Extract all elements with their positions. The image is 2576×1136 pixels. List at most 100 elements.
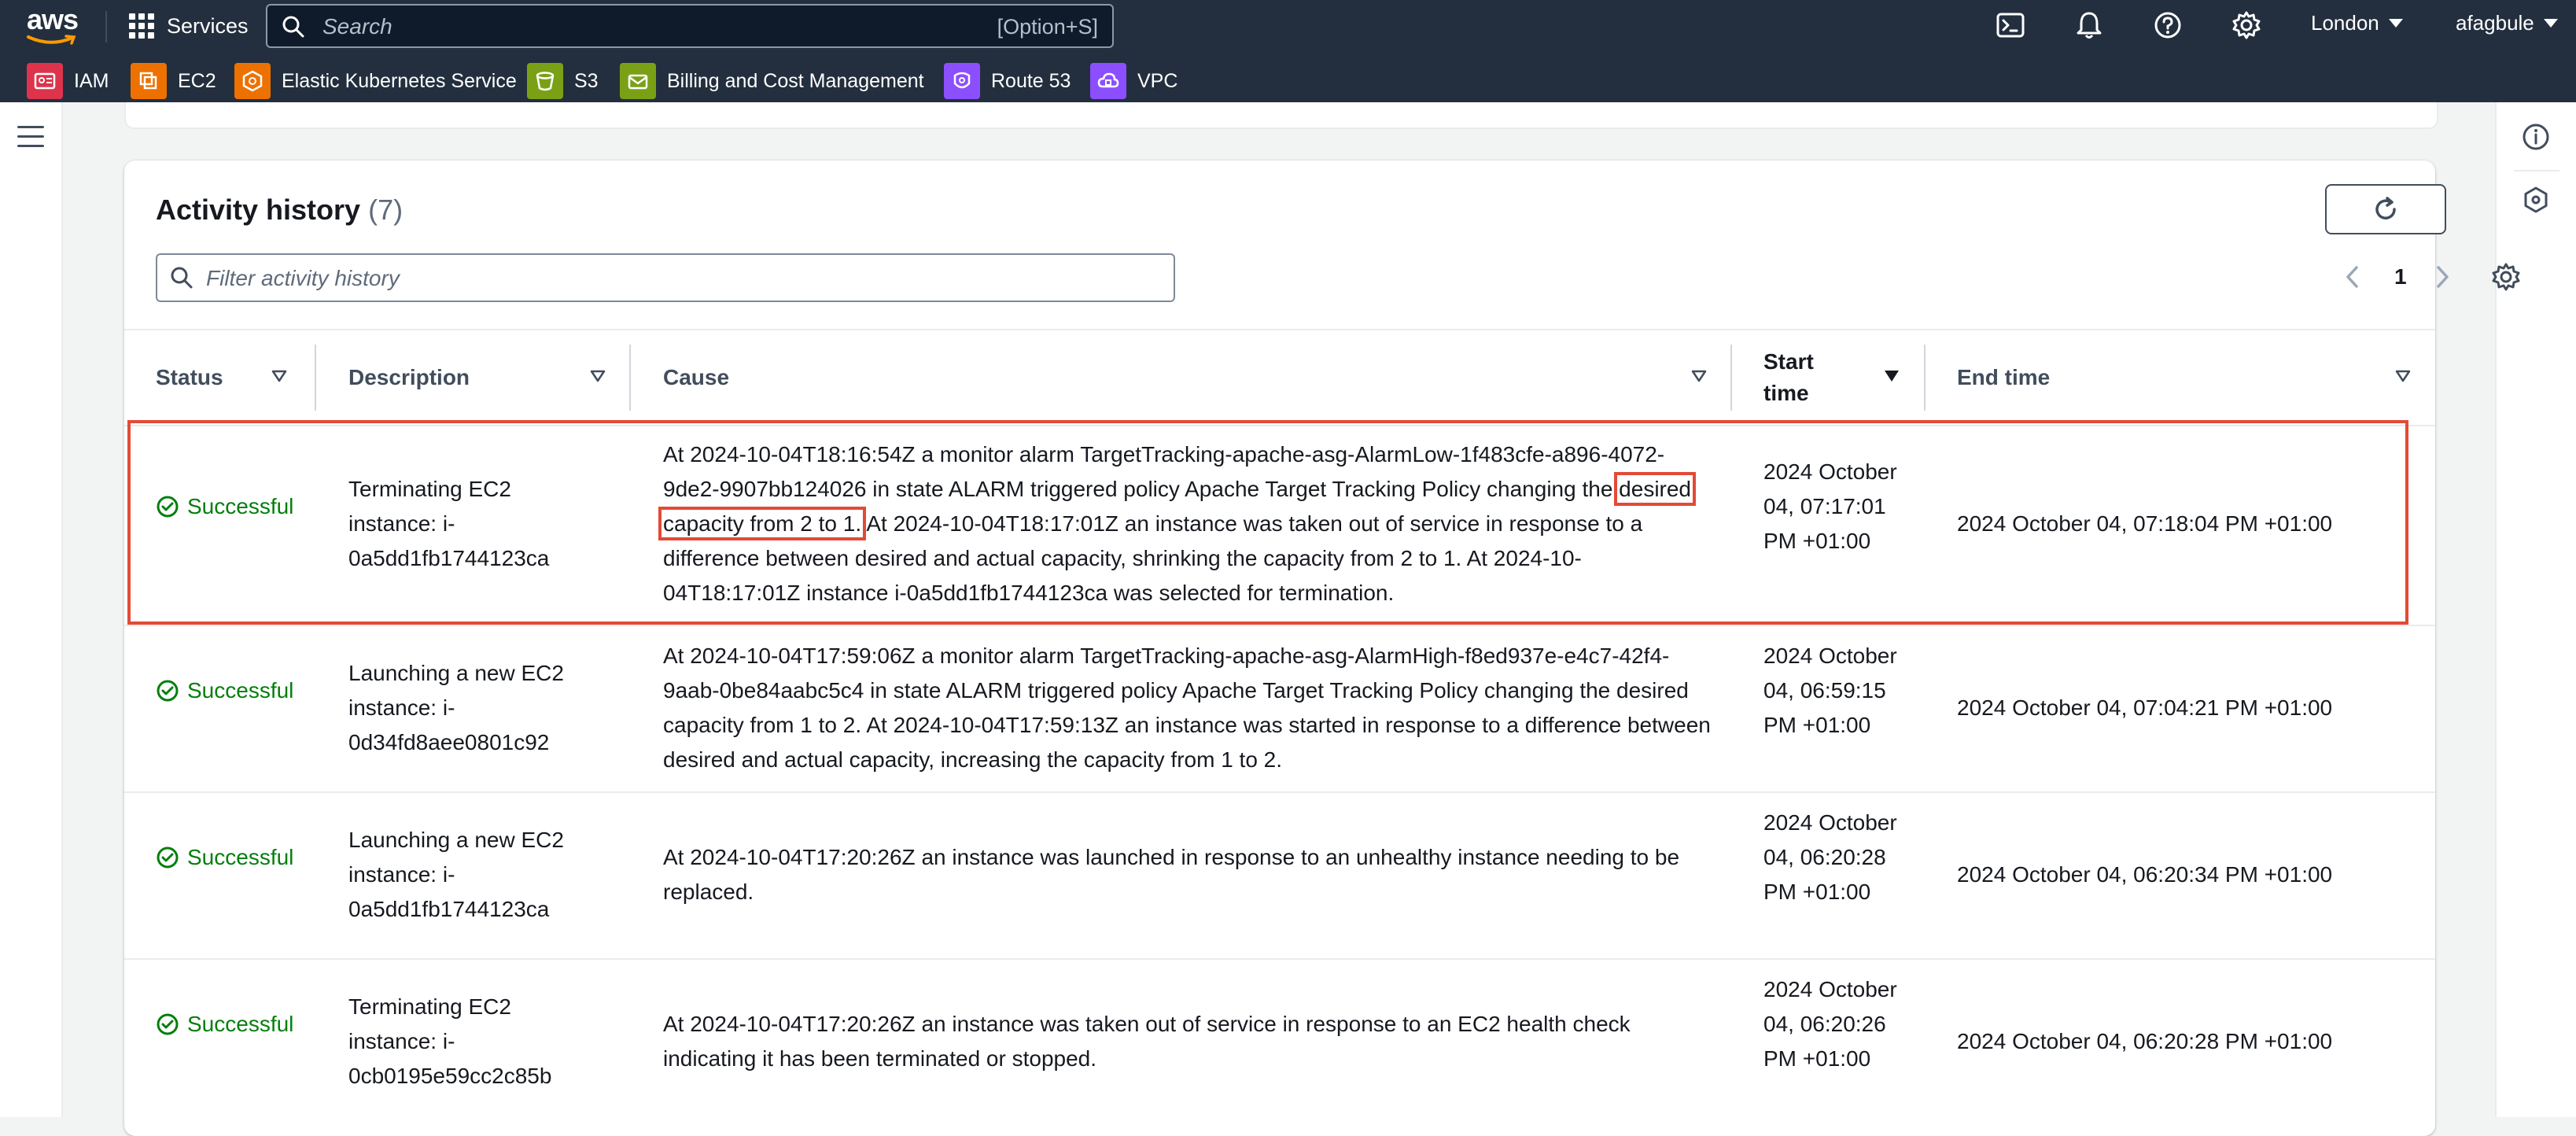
right-tools-panel <box>2495 102 2576 1117</box>
table-header: Status Description Cause Start time End … <box>124 329 2435 426</box>
hamburger-menu-icon[interactable] <box>17 126 44 148</box>
panel-divider <box>2514 170 2559 172</box>
info-icon[interactable] <box>2519 120 2553 154</box>
table-preferences-gear-icon[interactable] <box>2490 261 2522 293</box>
favorite-iam[interactable]: IAM <box>27 63 109 99</box>
region-selector[interactable]: London <box>2311 11 2403 35</box>
table-row[interactable]: Successful Terminating EC2 instance: i-0… <box>124 958 2435 1125</box>
page-number[interactable]: 1 <box>2394 264 2407 290</box>
favorite-label: Billing and Cost Management <box>667 69 924 92</box>
services-menu-button[interactable]: Services <box>129 8 249 44</box>
cause-cell: At 2024-10-04T17:20:26Z an instance was … <box>663 1012 1631 1071</box>
favorite-s3[interactable]: S3 <box>527 63 599 99</box>
description-cell: Terminating EC2 instance: i-0a5dd1fb1744… <box>348 477 550 570</box>
favorite-label: Elastic Kubernetes Service <box>282 69 517 92</box>
filter-activity-history[interactable] <box>156 253 1175 302</box>
column-header-label: End time <box>1957 365 2051 389</box>
top-navigation-bar: aws Services [Option+S] <box>0 0 2576 52</box>
previous-page-icon[interactable] <box>2341 263 2364 291</box>
description-cell: Launching a new EC2 instance: i-0d34fd8a… <box>348 661 564 754</box>
favorite-ec2[interactable]: EC2 <box>131 63 216 99</box>
billing-icon <box>620 63 656 99</box>
column-resizer[interactable] <box>315 345 316 411</box>
favorite-label: VPC <box>1137 69 1178 92</box>
start-time-cell: 2024 October 04, 06:20:28 PM +01:00 <box>1763 810 1897 904</box>
next-page-icon[interactable] <box>2430 263 2454 291</box>
column-header-label: Cause <box>663 365 730 389</box>
end-time-cell: 2024 October 04, 07:04:21 PM +01:00 <box>1957 695 2333 720</box>
end-time-cell: 2024 October 04, 07:18:04 PM +01:00 <box>1957 511 2333 536</box>
route53-icon <box>944 63 980 99</box>
ec2-icon <box>131 63 167 99</box>
nav-divider <box>105 11 107 42</box>
column-header-label: Start time <box>1763 349 1814 405</box>
column-resizer[interactable] <box>629 345 631 411</box>
activity-history-header: Activity history (7) <box>156 194 403 227</box>
column-header-cause[interactable]: Cause <box>663 330 1709 425</box>
status-text: Successful <box>187 678 294 703</box>
aws-logo-text: aws <box>27 3 79 35</box>
cloudshell-icon[interactable] <box>1995 9 2026 41</box>
favorite-billing[interactable]: Billing and Cost Management <box>620 63 924 99</box>
search-icon <box>282 16 304 38</box>
favorites-bar: IAM EC2 Elastic Kubernetes Service S3 Bi… <box>0 58 2576 102</box>
column-header-end-time[interactable]: End time <box>1957 330 2413 425</box>
status-cell: Successful <box>156 840 297 875</box>
activity-count: (7) <box>368 194 404 226</box>
favorite-label: EC2 <box>178 69 216 92</box>
table-row[interactable]: Successful Launching a new EC2 instance:… <box>124 625 2435 793</box>
status-cell: Successful <box>156 673 297 708</box>
success-check-icon <box>157 1013 179 1035</box>
help-icon[interactable] <box>2152 9 2184 41</box>
aws-smile-icon <box>27 35 76 45</box>
cause-cell: At 2024-10-04T17:20:26Z an instance was … <box>663 845 1680 904</box>
description-cell: Launching a new EC2 instance: i-0a5dd1fb… <box>348 828 564 921</box>
cause-text: At 2024-10-04T18:16:54Z a monitor alarm … <box>663 442 1665 501</box>
favorite-eks[interactable]: Elastic Kubernetes Service <box>234 63 517 99</box>
column-header-start-time[interactable]: Start time <box>1763 330 1921 425</box>
column-header-label: Status <box>156 365 223 389</box>
table-row[interactable]: Successful Launching a new EC2 instance:… <box>124 791 2435 960</box>
search-input[interactable] <box>321 12 953 42</box>
table-row[interactable]: Successful Terminating EC2 instance: i-0… <box>124 423 2435 626</box>
start-time-cell: 2024 October 04, 07:17:01 PM +01:00 <box>1763 459 1897 553</box>
previous-section-card <box>124 102 2438 129</box>
sort-icon[interactable] <box>589 368 606 384</box>
activity-history-title: Activity history <box>156 194 361 226</box>
aws-logo[interactable]: aws <box>24 3 82 47</box>
description-cell: Terminating EC2 instance: i-0cb0195e59cc… <box>348 994 552 1088</box>
account-menu[interactable]: afagbule <box>2456 11 2558 35</box>
search-icon <box>171 267 193 289</box>
kubernetes-icon <box>234 63 271 99</box>
favorite-label: S3 <box>574 69 599 92</box>
account-label: afagbule <box>2456 11 2534 35</box>
column-header-description[interactable]: Description <box>348 330 616 425</box>
column-header-label: Description <box>348 365 470 389</box>
favorite-label: Route 53 <box>991 69 1071 92</box>
column-resizer[interactable] <box>1924 345 1926 411</box>
success-check-icon <box>157 846 179 869</box>
filter-input[interactable] <box>205 264 1136 293</box>
caret-down-icon <box>2388 19 2403 28</box>
sort-icon[interactable] <box>2394 368 2412 384</box>
hexagon-icon[interactable] <box>2519 183 2553 217</box>
cause-cell: At 2024-10-04T18:16:54Z a monitor alarm … <box>658 437 1717 610</box>
sort-descending-icon[interactable] <box>1883 368 1900 384</box>
status-cell: Successful <box>156 489 297 524</box>
vpc-cloud-icon <box>1090 63 1126 99</box>
notifications-bell-icon[interactable] <box>2073 9 2105 41</box>
grid-icon <box>129 13 154 39</box>
favorite-route53[interactable]: Route 53 <box>944 63 1071 99</box>
settings-gear-icon[interactable] <box>2231 9 2262 41</box>
favorite-vpc[interactable]: VPC <box>1090 63 1177 99</box>
status-text: Successful <box>187 1012 294 1036</box>
global-search[interactable]: [Option+S] <box>266 4 1114 48</box>
sort-icon[interactable] <box>1690 368 1708 384</box>
column-header-status[interactable]: Status <box>156 330 313 425</box>
left-navigation-panel <box>0 102 63 1117</box>
status-cell: Successful <box>156 1007 297 1042</box>
sort-icon[interactable] <box>271 368 288 384</box>
refresh-button[interactable] <box>2325 184 2446 234</box>
region-label: London <box>2311 11 2379 35</box>
column-resizer[interactable] <box>1730 345 1732 411</box>
